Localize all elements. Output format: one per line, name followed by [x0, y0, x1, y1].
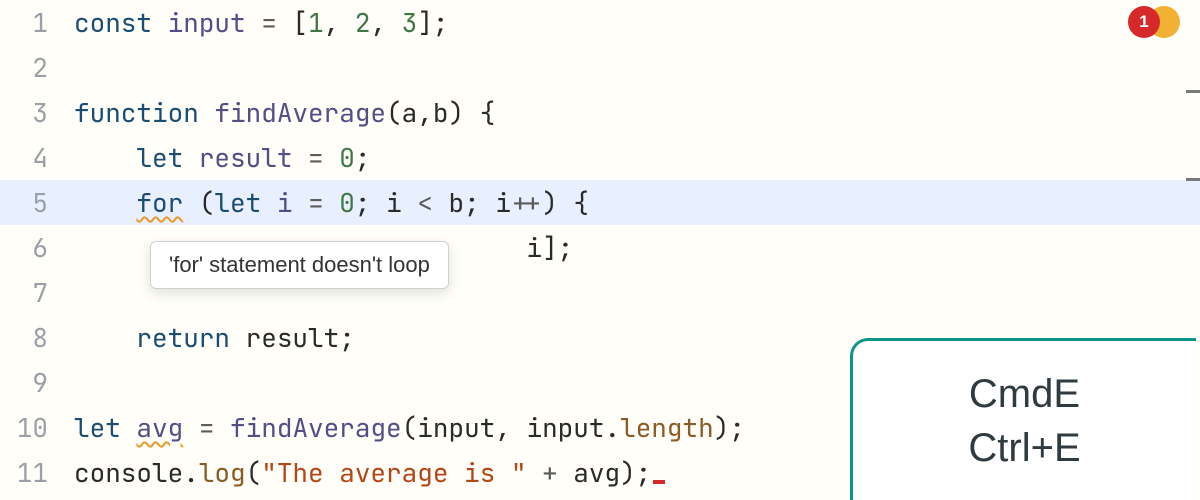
inspection-tooltip: 'for' statement doesn't loop: [150, 241, 449, 289]
line-number: 9: [0, 360, 64, 405]
line-number: 11: [0, 450, 64, 495]
code-editor[interactable]: 1 const input = [1, 2, 3]; 2 3 function …: [0, 0, 1200, 500]
minimap-marker[interactable]: [1186, 178, 1200, 181]
shortcut-line: Ctrl+E: [968, 421, 1080, 475]
line-number: 4: [0, 135, 64, 180]
minimap-marker[interactable]: [1186, 90, 1200, 93]
code-content[interactable]: function findAverage(a,b) {: [64, 90, 1200, 135]
code-line[interactable]: 4 let result = 0;: [0, 135, 1200, 180]
shortcut-hint-panel: CmdE Ctrl+E: [850, 338, 1196, 500]
line-number: 6: [0, 225, 64, 270]
warning-span: avg: [136, 410, 183, 445]
code-line[interactable]: 1 const input = [1, 2, 3];: [0, 0, 1200, 45]
line-number: 3: [0, 90, 64, 135]
line-number: 8: [0, 315, 64, 360]
line-number: 10: [0, 405, 64, 450]
shortcut-line: CmdE: [969, 367, 1080, 421]
line-number: 7: [0, 270, 64, 315]
error-caret-icon: [653, 480, 665, 484]
code-content[interactable]: for (let i = 0; i < b; i++) {: [64, 180, 1200, 225]
code-line[interactable]: 3 function findAverage(a,b) {: [0, 90, 1200, 135]
code-content[interactable]: let result = 0;: [64, 135, 1200, 180]
line-number: 2: [0, 45, 64, 90]
line-number: 1: [0, 0, 64, 45]
line-number: 5: [0, 180, 64, 225]
code-content[interactable]: const input = [1, 2, 3];: [64, 0, 1200, 45]
code-line-active[interactable]: 5 for (let i = 0; i < b; i++) {: [0, 180, 1200, 225]
error-badge[interactable]: 1: [1128, 6, 1160, 38]
code-line[interactable]: 2: [0, 45, 1200, 90]
warning-span: for: [136, 185, 183, 220]
problems-indicator[interactable]: 1: [1128, 6, 1180, 38]
